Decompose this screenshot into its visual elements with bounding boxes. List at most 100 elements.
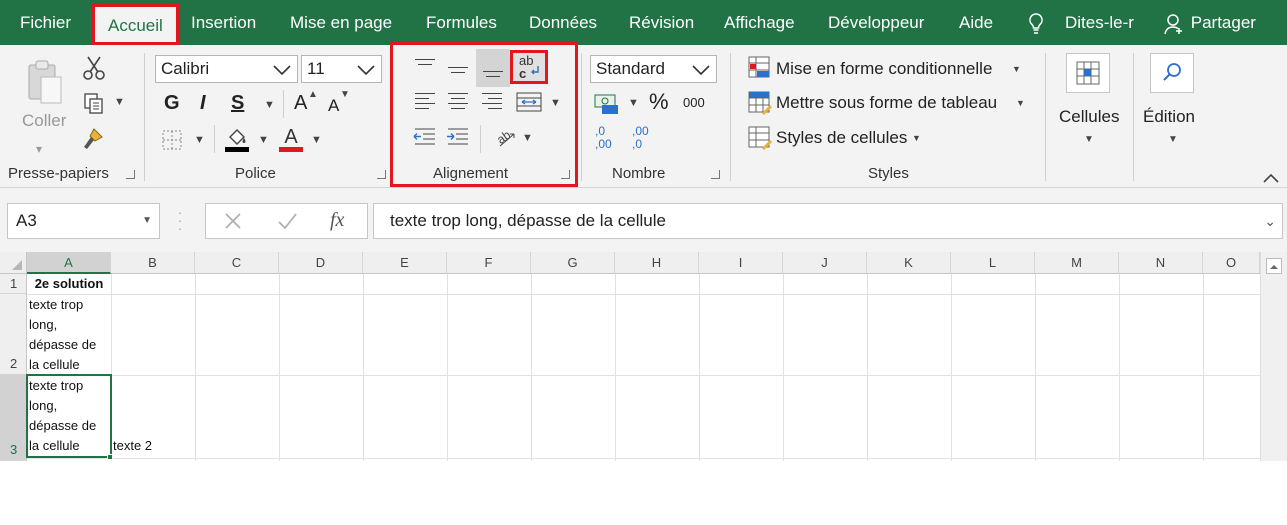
column-header-c[interactable]: C xyxy=(195,252,279,274)
caret-down-icon: ▼ xyxy=(340,89,350,100)
vertical-scrollbar[interactable] xyxy=(1260,252,1287,461)
fill-color-icon[interactable] xyxy=(224,125,250,153)
vertical-dots-icon[interactable]: · · · xyxy=(176,205,184,235)
editing-dropdown-chevron-icon[interactable]: ▼ xyxy=(1168,135,1178,145)
column-header-e[interactable]: E xyxy=(363,252,447,274)
font-launcher-icon[interactable] xyxy=(377,170,386,179)
select-all-corner[interactable] xyxy=(0,252,27,274)
cell-styles-icon[interactable] xyxy=(748,126,772,150)
clipboard-launcher-icon[interactable] xyxy=(126,170,135,179)
copy-dropdown-chevron-icon[interactable]: ▼ xyxy=(114,97,125,108)
gridline xyxy=(951,274,952,461)
italic-button[interactable]: I xyxy=(200,92,206,115)
insert-function-button[interactable]: fx xyxy=(330,210,344,230)
format-painter-icon[interactable] xyxy=(82,125,108,151)
fill-handle[interactable] xyxy=(107,454,113,460)
tab-formules[interactable]: Formules xyxy=(426,0,497,45)
format-as-table-button[interactable]: Mettre sous forme de tableau xyxy=(776,93,997,113)
copy-icon[interactable] xyxy=(82,91,106,115)
editing-button[interactable]: Édition xyxy=(1143,107,1195,127)
confirm-entry-icon[interactable] xyxy=(276,210,298,232)
accounting-dropdown-chevron-icon[interactable]: ▼ xyxy=(628,98,639,109)
bold-button[interactable]: G xyxy=(164,92,180,115)
tab-fichier[interactable]: Fichier xyxy=(20,0,71,45)
column-header-i[interactable]: I xyxy=(699,252,783,274)
column-header-n[interactable]: N xyxy=(1119,252,1203,274)
increase-decimal-button[interactable]: ,0 ,00 xyxy=(595,125,625,151)
cell-a2[interactable]: texte trop long, dépasse de la cellule xyxy=(29,295,109,375)
thousands-separator-button[interactable]: 000 xyxy=(683,95,705,110)
column-header-h[interactable]: H xyxy=(615,252,699,274)
search-icon[interactable] xyxy=(1150,53,1194,93)
underline-dropdown-chevron-icon[interactable]: ▼ xyxy=(264,100,275,111)
share-button[interactable]: Partager xyxy=(1164,0,1256,45)
name-box-chevron-icon[interactable]: ▼ xyxy=(142,204,152,238)
grow-font-button[interactable]: A xyxy=(294,92,307,115)
cells-button[interactable]: Cellules xyxy=(1059,107,1119,127)
cell-a1[interactable]: 2e solution xyxy=(27,274,111,294)
tab-mise-en-page[interactable]: Mise en page xyxy=(290,0,392,45)
paste-button[interactable]: Coller xyxy=(22,111,66,131)
expand-formula-chevron-icon[interactable]: ⌄ xyxy=(1264,204,1276,238)
shrink-font-button[interactable]: A xyxy=(328,96,339,116)
row-header-1[interactable]: 1 xyxy=(0,274,27,294)
column-header-a[interactable]: A xyxy=(27,252,111,274)
accounting-format-icon[interactable] xyxy=(594,91,620,115)
gridline xyxy=(615,274,616,461)
column-header-k[interactable]: K xyxy=(867,252,951,274)
paste-dropdown-chevron-icon[interactable]: ▾ xyxy=(36,143,42,155)
tab-developpeur[interactable]: Développeur xyxy=(828,0,924,45)
number-format-combo[interactable]: Standard xyxy=(590,55,717,83)
conditional-formatting-icon[interactable] xyxy=(748,56,772,80)
scroll-up-arrow-icon[interactable] xyxy=(1266,258,1282,274)
formula-buttons: fx xyxy=(205,203,368,239)
name-box-value: A3 xyxy=(16,211,37,230)
conditional-formatting-button[interactable]: Mise en forme conditionnelle xyxy=(776,59,992,79)
cells-dropdown-chevron-icon[interactable]: ▼ xyxy=(1084,135,1094,145)
name-box[interactable]: A3 ▼ xyxy=(7,203,160,239)
tab-aide[interactable]: Aide xyxy=(959,0,993,45)
column-header-b[interactable]: B xyxy=(111,252,195,274)
table-dropdown-chevron-icon[interactable]: ▼ xyxy=(1016,99,1025,108)
font-color-icon[interactable]: A xyxy=(278,125,304,153)
format-as-table-icon[interactable] xyxy=(748,91,772,115)
lightbulb-icon[interactable] xyxy=(1027,0,1045,45)
conditional-dropdown-chevron-icon[interactable]: ▼ xyxy=(1012,65,1021,74)
cancel-entry-icon[interactable] xyxy=(222,210,244,232)
collapse-ribbon-chevron-icon[interactable] xyxy=(1262,169,1280,183)
underline-button[interactable]: S xyxy=(231,92,244,115)
number-launcher-icon[interactable] xyxy=(711,170,720,179)
cell-styles-button[interactable]: Styles de cellules xyxy=(776,128,907,148)
font-color-dropdown-chevron-icon[interactable]: ▼ xyxy=(311,135,322,146)
column-header-o[interactable]: O xyxy=(1203,252,1260,274)
column-header-l[interactable]: L xyxy=(951,252,1035,274)
tab-accueil[interactable]: Accueil xyxy=(92,4,179,45)
tab-affichage[interactable]: Affichage xyxy=(724,0,795,45)
column-header-g[interactable]: G xyxy=(531,252,615,274)
column-header-j[interactable]: J xyxy=(783,252,867,274)
group-separator xyxy=(1133,53,1134,181)
decrease-decimal-button[interactable]: ,00 ,0 xyxy=(632,125,662,151)
column-header-m[interactable]: M xyxy=(1035,252,1119,274)
tab-insertion[interactable]: Insertion xyxy=(191,0,256,45)
cell-b3[interactable]: texte 2 xyxy=(113,436,193,456)
cell-styles-dropdown-chevron-icon[interactable]: ▼ xyxy=(912,134,921,143)
fill-color-dropdown-chevron-icon[interactable]: ▼ xyxy=(258,135,269,146)
font-name-combo[interactable]: Calibri xyxy=(155,55,298,83)
scissors-icon[interactable] xyxy=(82,55,106,81)
borders-icon[interactable] xyxy=(161,129,183,151)
column-header-d[interactable]: D xyxy=(279,252,363,274)
row-header-3[interactable]: 3 xyxy=(0,375,27,461)
row-header-2[interactable]: 2 xyxy=(0,294,27,375)
cells-icon[interactable] xyxy=(1066,53,1110,93)
tell-me-search[interactable]: Dites-le-r xyxy=(1065,0,1134,45)
tab-revision[interactable]: Révision xyxy=(629,0,694,45)
paste-icon[interactable] xyxy=(25,57,63,107)
number-group-label: Nombre xyxy=(612,165,666,182)
column-header-f[interactable]: F xyxy=(447,252,531,274)
borders-dropdown-chevron-icon[interactable]: ▼ xyxy=(194,135,205,146)
formula-input[interactable]: texte trop long, dépasse de la cellule ⌄ xyxy=(373,203,1283,239)
font-size-combo[interactable]: 11 xyxy=(301,55,382,83)
percent-style-button[interactable]: % xyxy=(649,89,669,115)
tab-donnees[interactable]: Données xyxy=(529,0,597,45)
